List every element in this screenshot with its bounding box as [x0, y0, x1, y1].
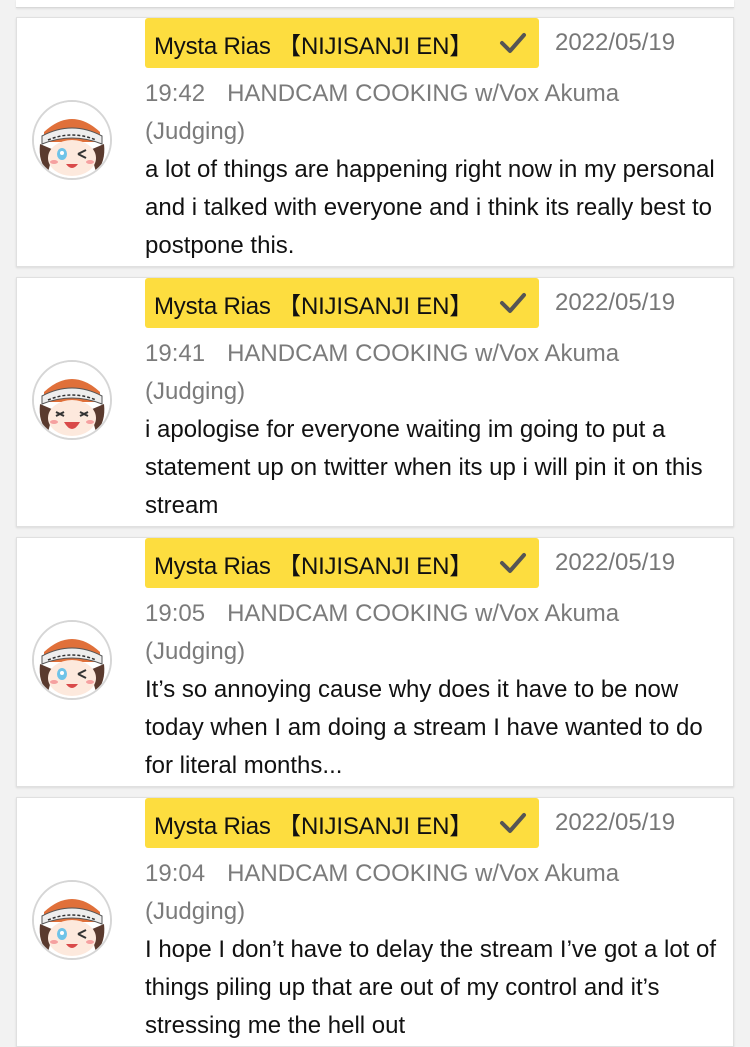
comment-card: Mysta Rias 【NIJISANJI EN】 2022/05/19 19:… — [16, 797, 734, 1047]
comment-text: a lot of things are happening right now … — [145, 156, 715, 259]
comment-date: 2022/05/19 — [555, 289, 676, 316]
comment-time: 19:04 — [145, 860, 206, 887]
comment-feed: Mysta Rias 【NIJISANJI EN】 2022/05/19 19:… — [0, 0, 750, 1047]
comment-time: 19:42 — [145, 80, 206, 107]
avatar-image — [34, 622, 110, 698]
check-icon — [500, 33, 526, 53]
comment-meta: 19:42 HANDCAM COOKING w/Vox Akuma (Judgin… — [145, 75, 721, 151]
comment-card: Mysta Rias 【NIJISANJI EN】 2022/05/19 19:… — [16, 17, 734, 267]
check-icon — [500, 813, 526, 833]
avatar[interactable] — [32, 880, 112, 960]
comment-text: It’s so annoying cause why does it have … — [145, 676, 703, 779]
avatar[interactable] — [32, 360, 112, 440]
comment-date: 2022/05/19 — [555, 549, 676, 576]
comment-meta: 19:41 HANDCAM COOKING w/Vox Akuma (Judgin… — [145, 335, 721, 411]
comment-time: 19:05 — [145, 600, 206, 627]
comment-card: Mysta Rias 【NIJISANJI EN】 2022/05/19 19:… — [16, 537, 734, 787]
stream-title[interactable]: HANDCAM COOKING w/Vox Akuma (Judging) — [145, 340, 619, 405]
previous-comment-card-edge — [16, 0, 734, 8]
avatar[interactable] — [32, 620, 112, 700]
comment-time: 19:41 — [145, 340, 206, 367]
author-badge[interactable]: Mysta Rias 【NIJISANJI EN】 — [145, 278, 539, 328]
check-icon — [500, 293, 526, 313]
author-badge[interactable]: Mysta Rias 【NIJISANJI EN】 — [145, 18, 539, 68]
stream-title[interactable]: HANDCAM COOKING w/Vox Akuma (Judging) — [145, 80, 619, 145]
comment-text: i apologise for everyone waiting im goin… — [145, 416, 703, 519]
author-badge[interactable]: Mysta Rias 【NIJISANJI EN】 — [145, 798, 539, 848]
avatar[interactable] — [32, 100, 112, 180]
author-name[interactable]: Mysta Rias 【NIJISANJI EN】 — [154, 806, 473, 841]
avatar-image — [34, 102, 110, 178]
avatar-image — [34, 882, 110, 958]
comment-meta: 19:05 HANDCAM COOKING w/Vox Akuma (Judgin… — [145, 595, 721, 671]
author-name[interactable]: Mysta Rias 【NIJISANJI EN】 — [154, 286, 473, 321]
author-name[interactable]: Mysta Rias 【NIJISANJI EN】 — [154, 26, 473, 61]
avatar-image — [34, 362, 110, 438]
stream-title[interactable]: HANDCAM COOKING w/Vox Akuma (Judging) — [145, 860, 619, 925]
comment-meta: 19:04 HANDCAM COOKING w/Vox Akuma (Judgin… — [145, 855, 721, 931]
author-badge[interactable]: Mysta Rias 【NIJISANJI EN】 — [145, 538, 539, 588]
comment-text: I hope I don’t have to delay the stream … — [145, 936, 717, 1039]
stream-title[interactable]: HANDCAM COOKING w/Vox Akuma (Judging) — [145, 600, 619, 665]
comment-date: 2022/05/19 — [555, 809, 676, 836]
author-name[interactable]: Mysta Rias 【NIJISANJI EN】 — [154, 546, 473, 581]
comment-card: Mysta Rias 【NIJISANJI EN】 2022/05/19 19:… — [16, 277, 734, 527]
comment-date: 2022/05/19 — [555, 29, 676, 56]
check-icon — [500, 553, 526, 573]
